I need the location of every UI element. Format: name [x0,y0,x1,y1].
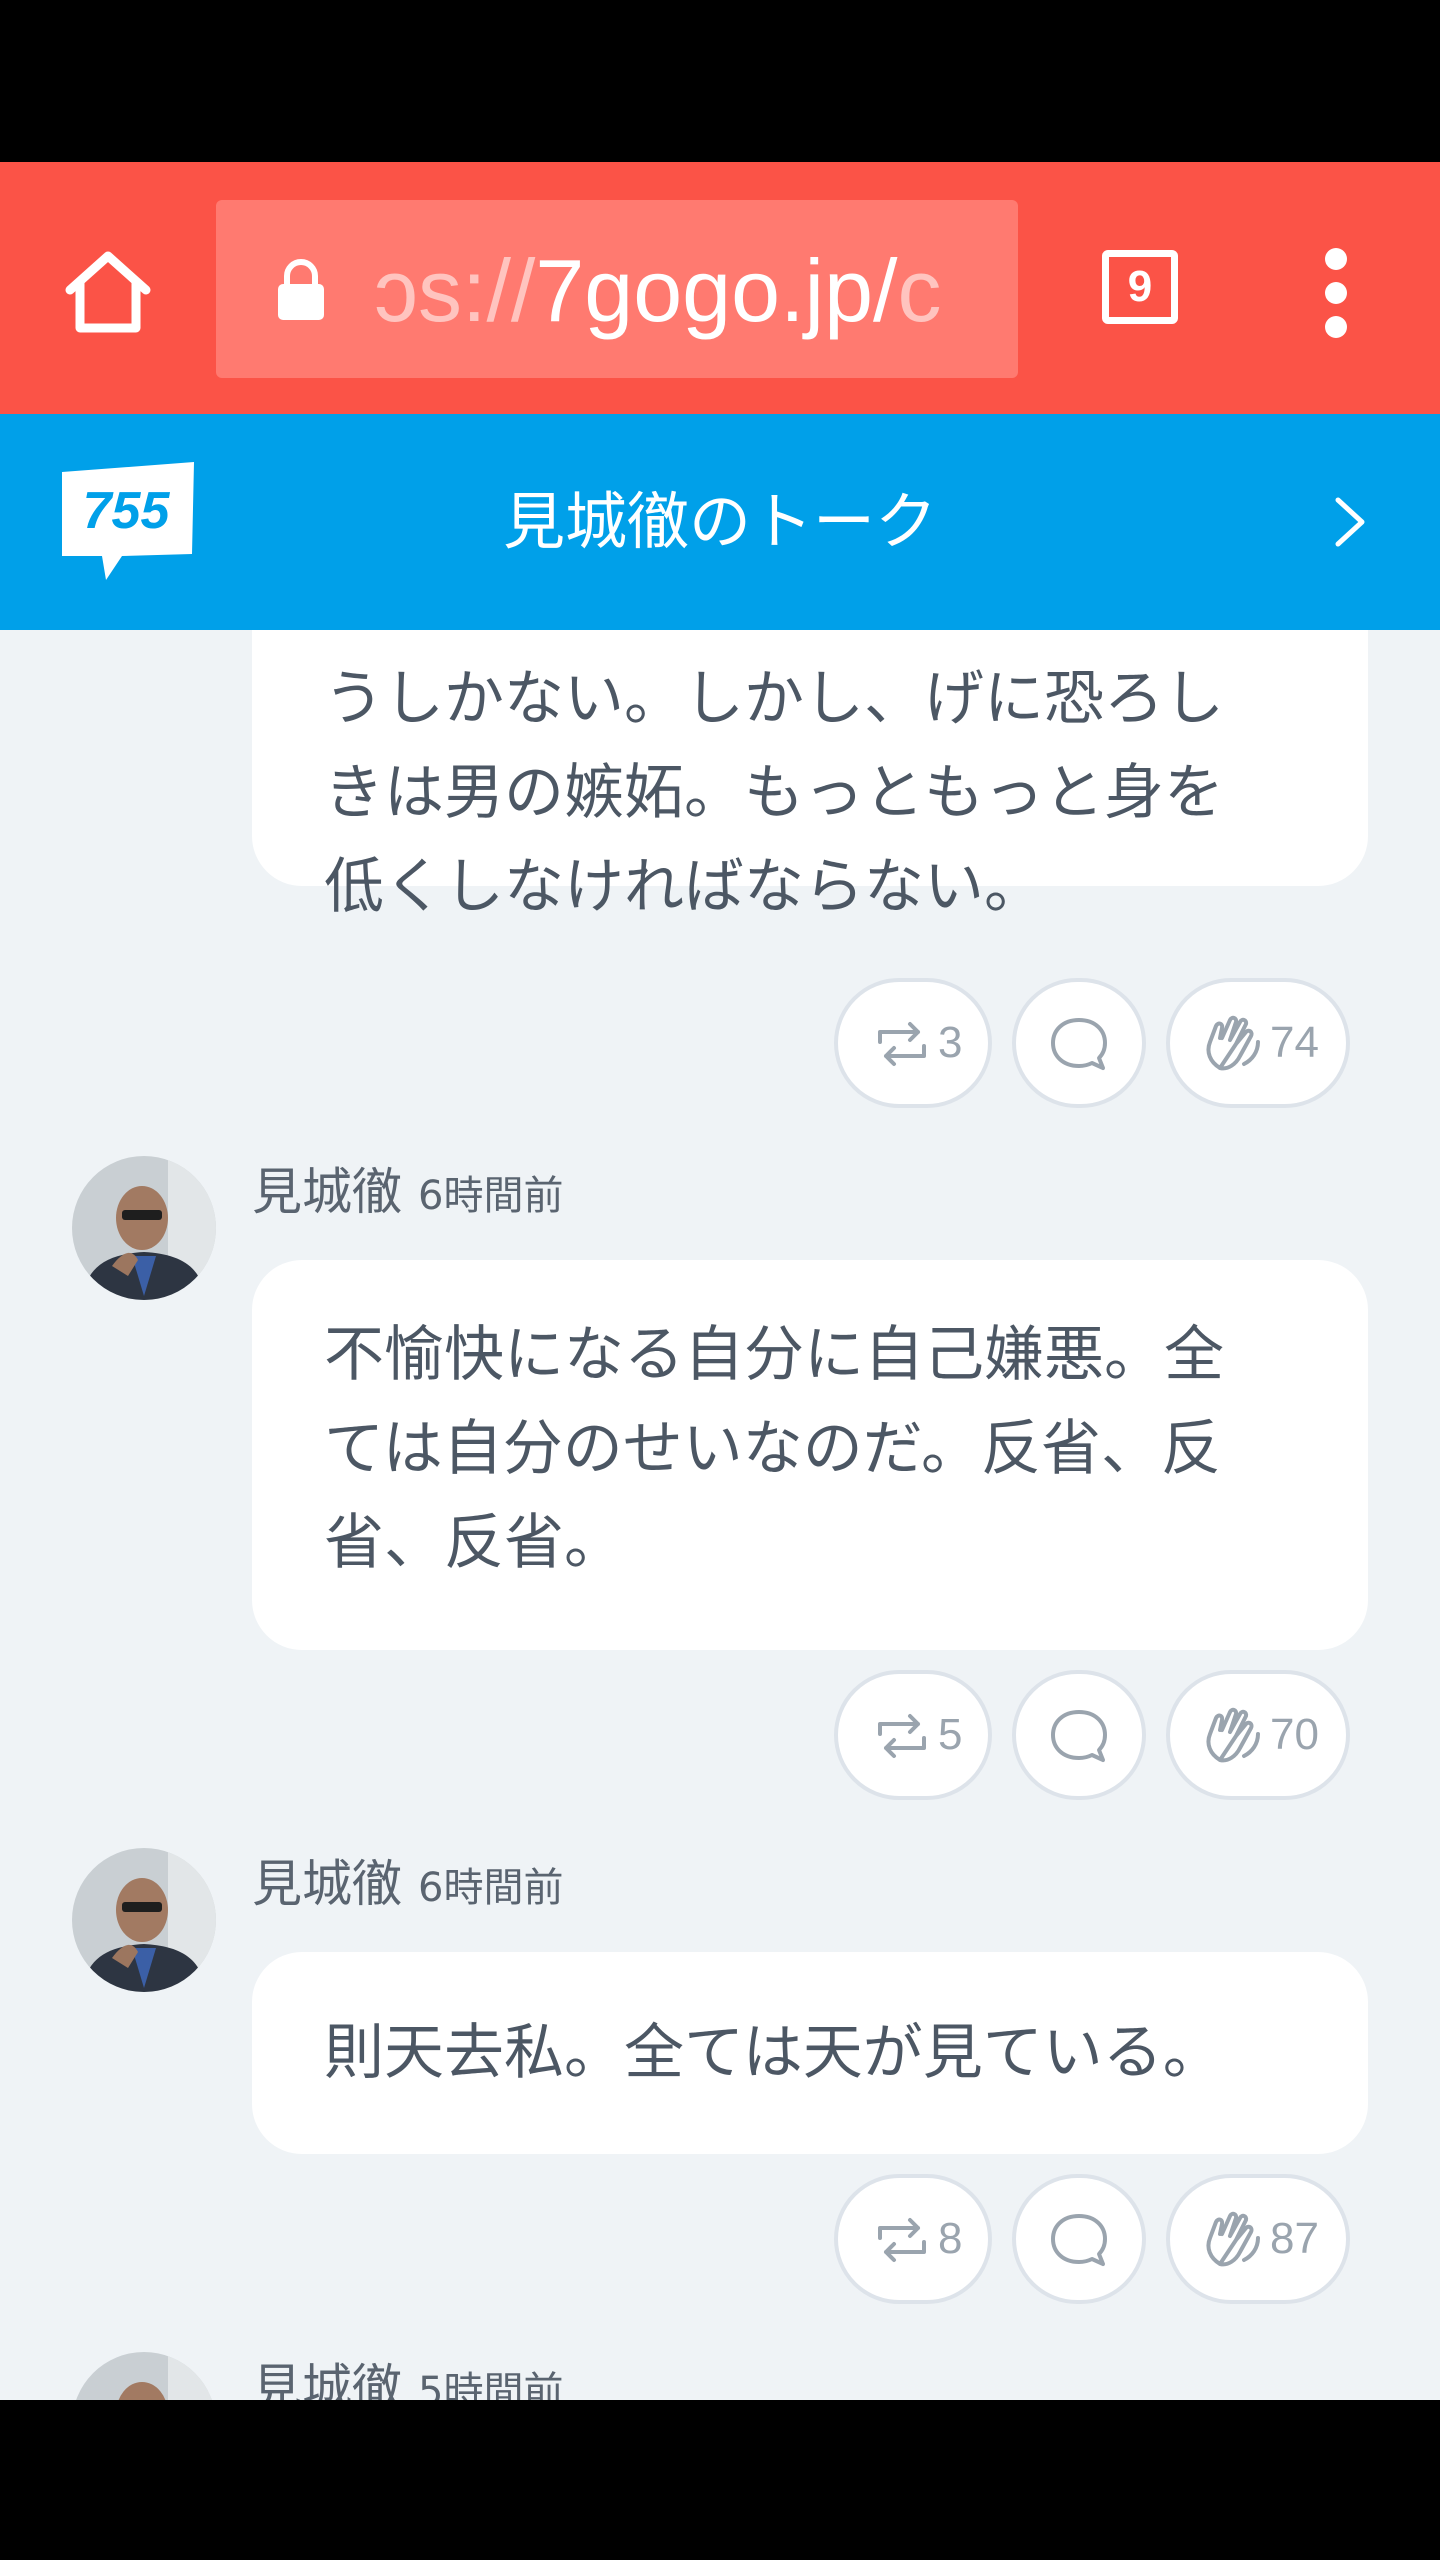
avatar[interactable] [72,1848,216,1992]
address-bar[interactable]: ɔs://7gogo.jp/c [216,200,1018,378]
app-header: 755 見城徹のトーク [0,414,1440,630]
tabs-button[interactable]: 9 [1102,250,1178,324]
author-name[interactable]: 見城徹 [252,2359,402,2400]
author-name[interactable]: 見城徹 [252,1855,402,1913]
post-meta: 見城徹 6時間前 [252,1152,563,1232]
navigation-bar [0,2400,1440,2560]
avatar[interactable] [72,2352,216,2400]
repost-button[interactable]: 8 [834,2174,992,2304]
message-text: 則天去私。全ては天が見ている。 [324,2018,1223,2088]
clap-icon [1206,1015,1260,1071]
home-button[interactable] [62,248,154,336]
message-text: 不愉快になる自分に自己嫌悪。全 ては自分のせいなのだ。反省、反 省、反省。 [324,1320,1224,1578]
comment-button[interactable] [1012,978,1146,1108]
message-text: うしかない。しかし、げに恐ろし きは男の嫉妬。もっともっと身を 低くしなければな… [324,664,1224,922]
browser-toolbar: ɔs://7gogo.jp/c 9 [0,162,1440,414]
more-vert-icon[interactable] [1314,248,1358,338]
post-time: 6時間前 [418,1865,564,1911]
comment-icon [1051,1710,1107,1762]
comment-icon [1051,1018,1107,1070]
repost-icon [878,2218,926,2262]
avatar[interactable] [72,1156,216,1300]
url-scheme: ɔs:// [374,241,536,340]
chevron-right-icon[interactable] [1332,494,1368,550]
repost-icon [878,1714,926,1758]
post-meta: 見城徹 5時間前 [252,2348,563,2400]
comment-button[interactable] [1012,1670,1146,1800]
repost-button[interactable]: 5 [834,1670,992,1800]
url-text[interactable]: ɔs://7gogo.jp/c [374,236,994,346]
comment-button[interactable] [1012,2174,1146,2304]
url-path: c [897,241,942,340]
repost-count: 8 [938,2214,963,2263]
author-name[interactable]: 見城徹 [252,1163,402,1221]
repost-count: 5 [938,1710,963,1759]
page-title: 見城徹のトーク [502,485,937,558]
comment-icon [1051,2214,1107,2266]
message-bubble: 不愉快になる自分に自己嫌悪。全 ては自分のせいなのだ。反省、反 省、反省。 [252,1260,1368,1650]
clap-button[interactable]: 87 [1166,2174,1350,2304]
clap-icon [1206,1707,1260,1763]
clap-button[interactable]: 70 [1166,1670,1350,1800]
clap-button[interactable]: 74 [1166,978,1350,1108]
clap-count: 87 [1270,2214,1319,2263]
clap-count: 74 [1270,1018,1319,1067]
repost-button[interactable]: 3 [834,978,992,1108]
post-meta: 見城徹 6時間前 [252,1844,563,1924]
repost-icon [878,1022,926,1066]
clap-count: 70 [1270,1710,1319,1759]
url-domain: 7gogo.jp/ [535,241,898,340]
status-bar [0,0,1440,162]
message-bubble: うしかない。しかし、げに恐ろし きは男の嫉妬。もっともっと身を 低くしなければな… [252,630,1368,922]
message-bubble: 則天去私。全ては天が見ている。 [252,1952,1368,2154]
post-time: 5時間前 [418,2369,564,2400]
home-icon [65,251,151,333]
clap-icon [1206,2211,1260,2267]
lock-icon [278,259,324,320]
post-time: 6時間前 [418,1173,564,1219]
repost-count: 3 [938,1018,963,1067]
talk-feed[interactable]: うしかない。しかし、げに恐ろし きは男の嫉妬。もっともっと身を 低くしなければな… [0,630,1440,2400]
tab-count: 9 [1127,262,1153,311]
